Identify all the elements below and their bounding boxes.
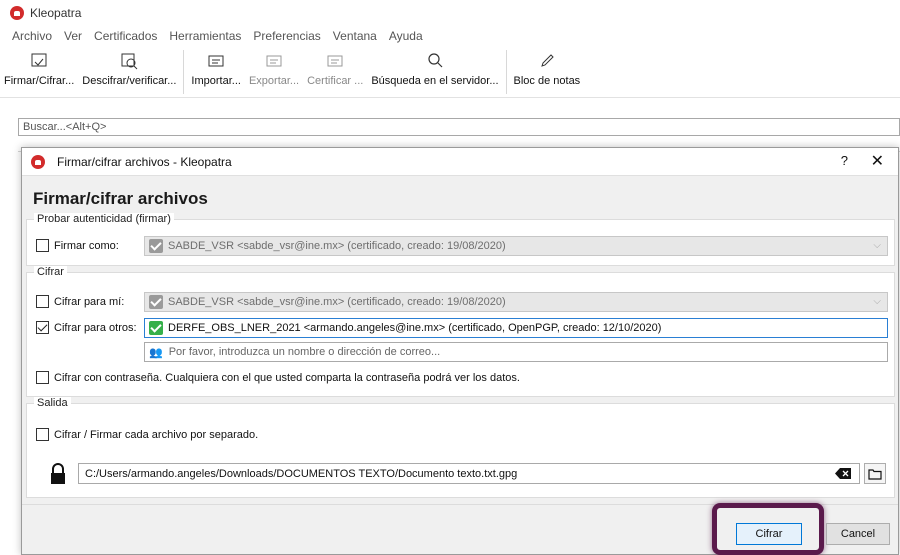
encrypt-password-checkbox-box[interactable] bbox=[36, 371, 49, 384]
server-search-button[interactable]: Búsqueda en el servidor... bbox=[367, 46, 502, 96]
add-recipient-placeholder: Por favor, introduzca un nombre o direcc… bbox=[168, 346, 441, 358]
close-button[interactable]: ✕ bbox=[871, 151, 884, 171]
output-path-field[interactable]: C:/Users/armando.angeles/Downloads/DOCUM… bbox=[78, 463, 860, 484]
dialog-titlebar: Firmar/cifrar archivos - Kleopatra ? ✕ bbox=[22, 148, 898, 176]
encrypt-group-label: Cifrar bbox=[34, 266, 67, 278]
encrypt-password-checkbox[interactable]: Cifrar con contraseña. Cualquiera con el… bbox=[36, 371, 520, 384]
export-icon bbox=[266, 55, 282, 67]
sign-encrypt-label: Firmar/Cifrar... bbox=[4, 75, 75, 87]
separate-files-checkbox[interactable]: Cifrar / Firmar cada archivo por separad… bbox=[36, 428, 258, 441]
import-button[interactable]: Importar... bbox=[187, 46, 245, 96]
browse-folder-button[interactable] bbox=[864, 463, 886, 484]
add-user-icon: 👥 bbox=[149, 346, 163, 359]
sign-as-label: Firmar como: bbox=[54, 239, 119, 252]
menu-archivo[interactable]: Archivo bbox=[12, 29, 52, 43]
help-button[interactable]: ? bbox=[841, 153, 848, 168]
sign-as-checkbox-box[interactable] bbox=[36, 239, 49, 252]
recipient-field[interactable]: DERFE_OBS_LNER_2021 <armando.angeles@ine… bbox=[144, 318, 888, 338]
menubar: Archivo Ver Certificados Herramientas Pr… bbox=[0, 26, 900, 46]
decrypt-verify-button[interactable]: Descifrar/verificar... bbox=[78, 46, 180, 96]
clear-icon[interactable] bbox=[835, 468, 851, 479]
folder-icon bbox=[868, 468, 882, 480]
sign-encrypt-button[interactable]: Firmar/Cifrar... bbox=[0, 46, 78, 96]
export-button[interactable]: Exportar... bbox=[245, 46, 303, 96]
notepad-button[interactable]: Bloc de notas bbox=[510, 46, 585, 96]
app-titlebar: Kleopatra bbox=[0, 0, 900, 26]
add-recipient-field[interactable]: 👥 Por favor, introduzca un nombre o dire… bbox=[144, 342, 888, 362]
certify-icon bbox=[327, 55, 343, 67]
import-label: Importar... bbox=[191, 75, 241, 87]
chevron-down-icon: ⌵ bbox=[873, 240, 881, 251]
search-icon bbox=[428, 53, 443, 68]
dialog-window-title: Firmar/cifrar archivos - Kleopatra bbox=[57, 154, 232, 169]
certificate-valid-icon bbox=[149, 295, 163, 309]
sign-encrypt-dialog: Firmar/cifrar archivos - Kleopatra ? ✕ F… bbox=[21, 147, 899, 555]
sign-as-combo[interactable]: SABDE_VSR <sabde_vsr@ine.mx> (certificad… bbox=[144, 236, 888, 256]
encrypt-for-me-combo[interactable]: SABDE_VSR <sabde_vsr@ine.mx> (certificad… bbox=[144, 292, 888, 312]
dialog-heading: Firmar/cifrar archivos bbox=[33, 189, 208, 208]
sign-encrypt-icon bbox=[31, 53, 47, 67]
menu-certificados[interactable]: Certificados bbox=[94, 29, 157, 43]
chevron-down-icon: ⌵ bbox=[873, 296, 881, 307]
separate-files-checkbox-box[interactable] bbox=[36, 428, 49, 441]
encrypt-for-me-value: SABDE_VSR <sabde_vsr@ine.mx> (certificad… bbox=[168, 296, 506, 308]
sign-group: Probar autenticidad (firmar) Firmar como… bbox=[26, 213, 895, 266]
output-path-value: C:/Users/armando.angeles/Downloads/DOCUM… bbox=[85, 467, 518, 480]
encrypt-for-others-label: Cifrar para otros: bbox=[54, 321, 137, 334]
encrypt-for-me-checkbox[interactable]: Cifrar para mí: bbox=[36, 295, 124, 308]
separate-files-label: Cifrar / Firmar cada archivo por separad… bbox=[54, 428, 259, 441]
encrypt-for-me-checkbox-box[interactable] bbox=[36, 295, 49, 308]
menu-preferencias[interactable]: Preferencias bbox=[253, 29, 320, 43]
encrypt-for-others-checkbox[interactable]: Cifrar para otros: bbox=[36, 321, 137, 334]
output-group-label: Salida bbox=[34, 397, 71, 409]
certificate-valid-icon bbox=[149, 239, 163, 253]
export-label: Exportar... bbox=[248, 75, 300, 87]
import-icon bbox=[208, 55, 224, 67]
encrypt-for-others-checkbox-box[interactable] bbox=[36, 321, 49, 334]
lock-icon bbox=[51, 463, 65, 484]
encrypt-for-me-label: Cifrar para mí: bbox=[54, 295, 125, 308]
certificate-valid-icon bbox=[149, 321, 163, 335]
sign-as-checkbox[interactable]: Firmar como: bbox=[36, 239, 119, 252]
cancel-button[interactable]: Cancel bbox=[826, 523, 890, 545]
menu-herramientas[interactable]: Herramientas bbox=[169, 29, 241, 43]
encrypt-password-label: Cifrar con contraseña. Cualquiera con el… bbox=[54, 371, 520, 384]
menu-ver[interactable]: Ver bbox=[64, 29, 82, 43]
menu-ayuda[interactable]: Ayuda bbox=[389, 29, 423, 43]
app-title: Kleopatra bbox=[30, 6, 82, 20]
toolbar: Firmar/Cifrar... Descifrar/verificar... … bbox=[0, 46, 900, 98]
toolbar-separator bbox=[183, 50, 185, 94]
certify-button[interactable]: Certificar ... bbox=[303, 46, 367, 96]
pencil-icon bbox=[541, 54, 554, 67]
kleopatra-logo-icon bbox=[31, 154, 45, 169]
toolbar-separator bbox=[505, 50, 507, 94]
recipient-value: DERFE_OBS_LNER_2021 <armando.angeles@ine… bbox=[168, 322, 662, 334]
encrypt-group: Cifrar Cifrar para mí: SABDE_VSR <sabde_… bbox=[26, 266, 895, 397]
server-search-label: Búsqueda en el servidor... bbox=[371, 75, 499, 87]
search-input[interactable]: Buscar...<Alt+Q> bbox=[18, 118, 900, 136]
sign-group-label: Probar autenticidad (firmar) bbox=[34, 213, 174, 225]
decrypt-verify-icon bbox=[121, 53, 138, 70]
decrypt-verify-label: Descifrar/verificar... bbox=[82, 75, 177, 87]
menu-ventana[interactable]: Ventana bbox=[333, 29, 377, 43]
notepad-label: Bloc de notas bbox=[513, 75, 581, 87]
sign-as-value: SABDE_VSR <sabde_vsr@ine.mx> (certificad… bbox=[168, 240, 506, 252]
kleopatra-logo-icon bbox=[10, 6, 24, 20]
encrypt-button[interactable]: Cifrar bbox=[736, 523, 802, 545]
certify-label: Certificar ... bbox=[307, 75, 364, 87]
